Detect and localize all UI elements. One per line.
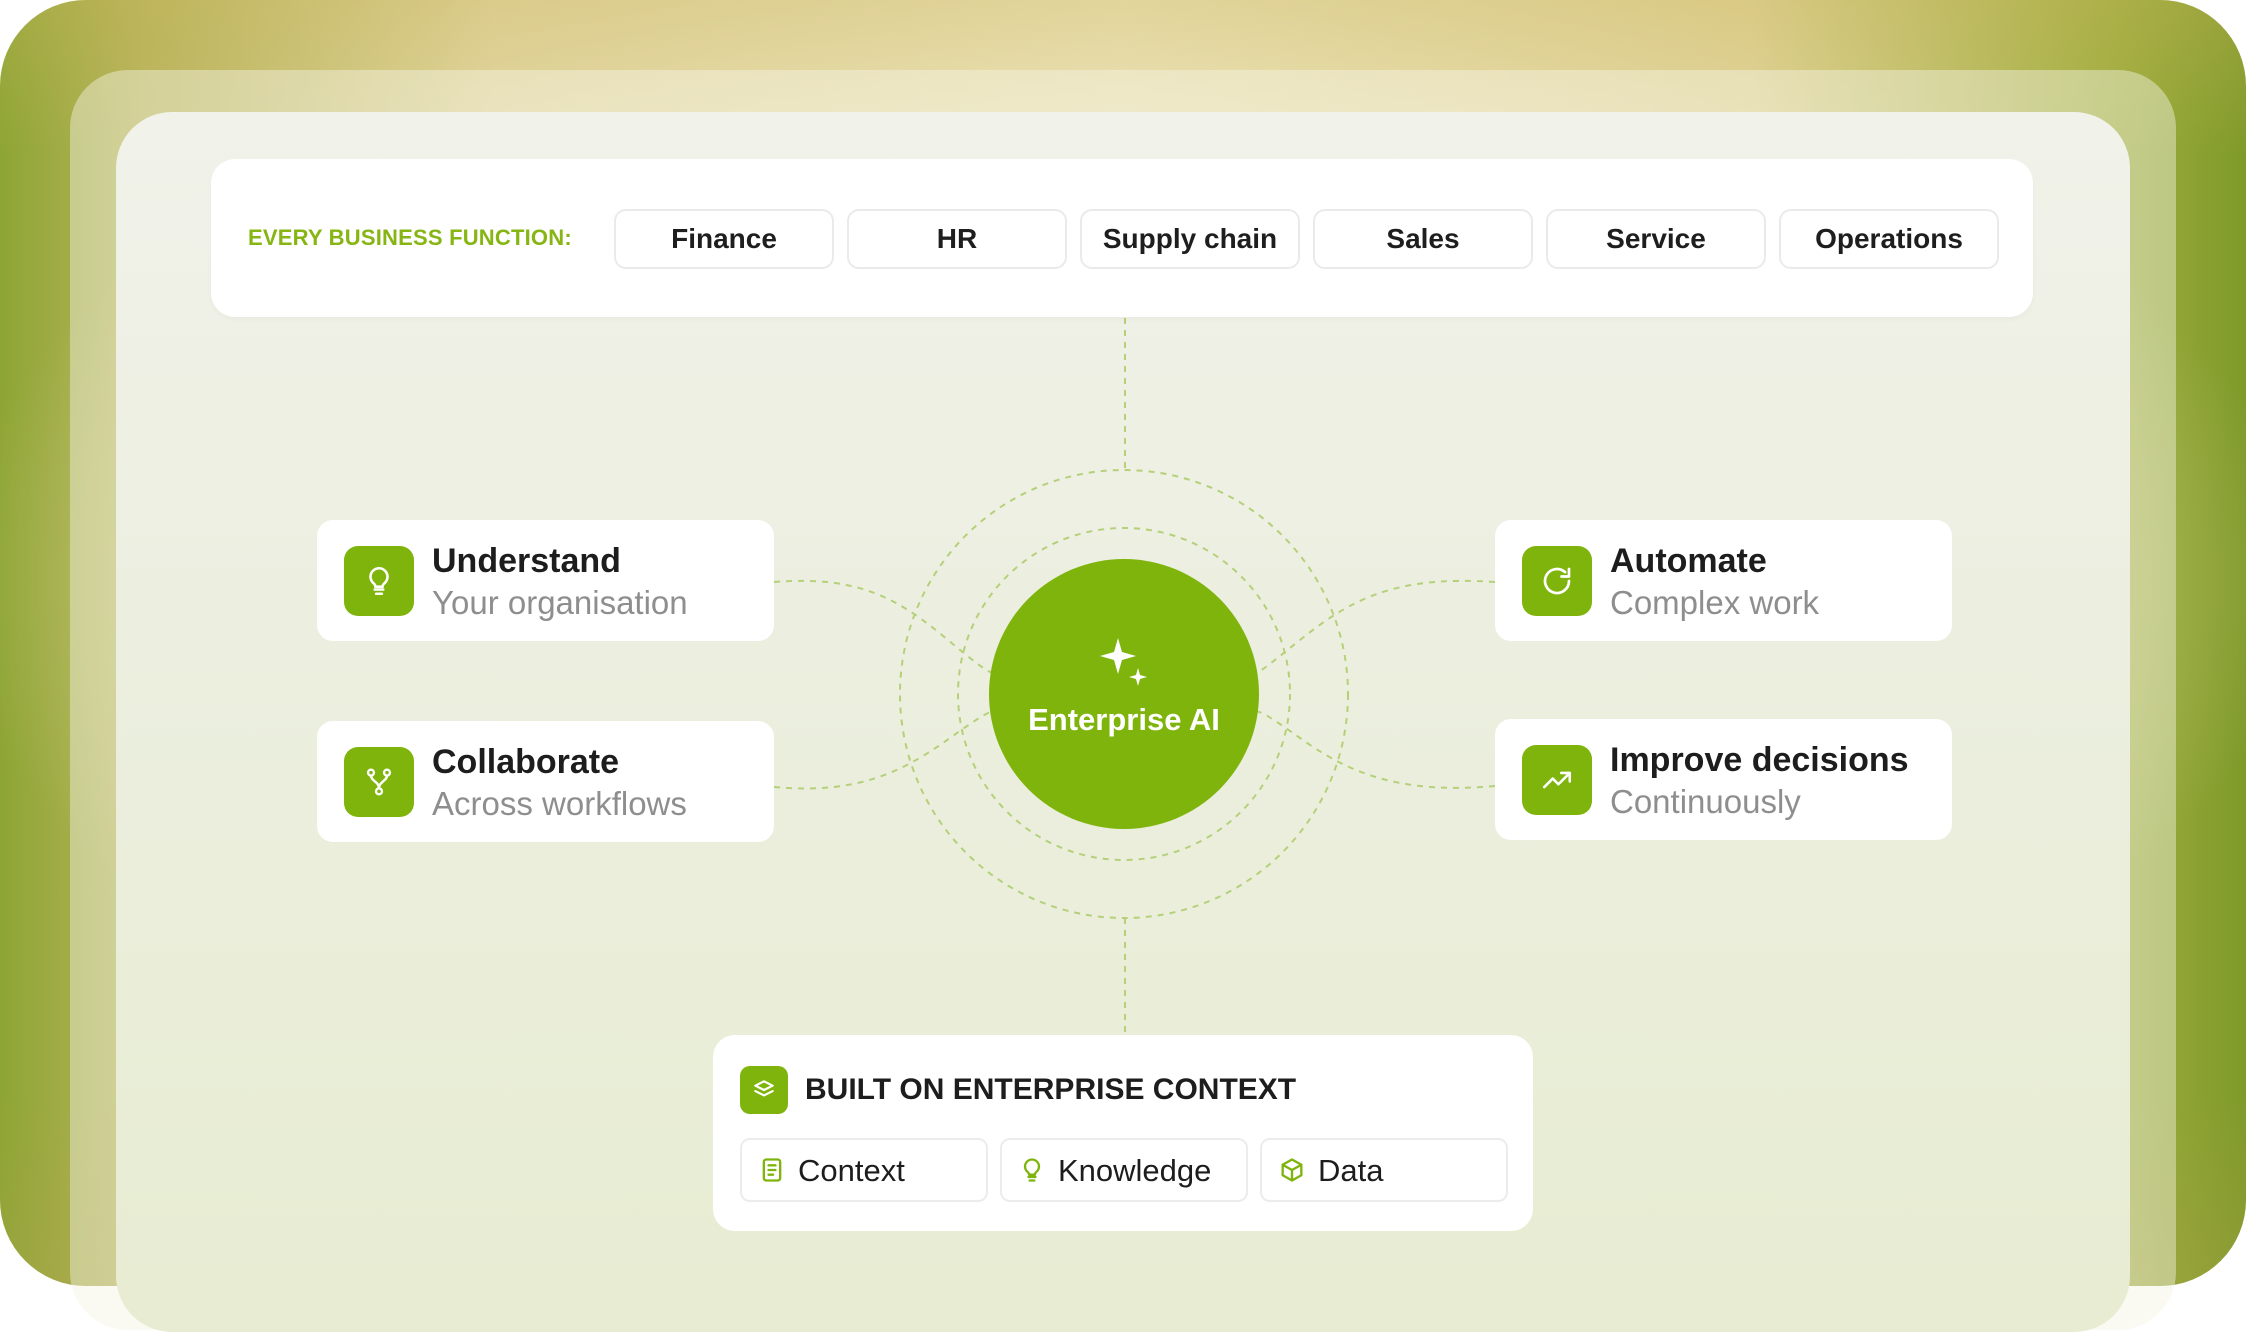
capability-title: Improve decisions [1610, 741, 1909, 779]
capability-title: Automate [1610, 542, 1767, 580]
capability-card-understand[interactable]: Understand Your organisation [317, 520, 774, 641]
foundation-chip-context[interactable]: Context [740, 1138, 988, 1202]
sparkles-icon [1100, 638, 1147, 686]
function-chip-operations[interactable]: Operations [1779, 209, 1999, 269]
capability-subtitle: Your organisation [432, 584, 688, 621]
function-chip-sales[interactable]: Sales [1313, 209, 1533, 269]
hub-label: Enterprise AI [1028, 702, 1220, 737]
business-functions-label: EVERY BUSINESS FUNCTION: [248, 225, 572, 250]
link-automate [1249, 579, 1496, 674]
trend-up-icon [1522, 745, 1592, 815]
enterprise-ai-hub[interactable]: Enterprise AI [989, 559, 1259, 829]
foundation-title: BUILT ON ENTERPRISE CONTEXT [805, 1073, 1297, 1106]
function-chip-hr[interactable]: HR [847, 209, 1067, 269]
capability-subtitle: Complex work [1610, 584, 1820, 621]
capability-title: Collaborate [432, 743, 620, 781]
capability-subtitle: Continuously [1610, 783, 1801, 820]
capability-subtitle: Across workflows [432, 785, 687, 822]
function-chip-supply-chain[interactable]: Supply chain [1080, 209, 1300, 269]
refresh-icon [1522, 546, 1592, 616]
link-collaborate [773, 710, 1001, 790]
capability-card-improve-decisions[interactable]: Improve decisions Continuously [1495, 719, 1952, 840]
business-functions-bar: EVERY BUSINESS FUNCTION: Finance HR Supp… [211, 159, 2033, 317]
capability-title: Understand [432, 542, 621, 580]
function-chip-service[interactable]: Service [1546, 209, 1766, 269]
branch-icon [344, 747, 414, 817]
foundation-chip-knowledge[interactable]: Knowledge [1000, 1138, 1248, 1202]
function-chip-finance[interactable]: Finance [614, 209, 834, 269]
foundation-chip-label: Context [798, 1153, 905, 1188]
lightbulb-icon [344, 546, 414, 616]
capability-card-collaborate[interactable]: Collaborate Across workflows [317, 721, 774, 842]
foundation-chip-data[interactable]: Data [1260, 1138, 1508, 1202]
link-understand [773, 579, 1001, 674]
foundation-chip-label: Knowledge [1058, 1153, 1212, 1188]
lightbulb-icon [1023, 1158, 1041, 1182]
cube-icon [1281, 1158, 1303, 1182]
capability-card-automate[interactable]: Automate Complex work [1495, 520, 1952, 641]
layers-icon [740, 1066, 788, 1114]
enterprise-context-card: BUILT ON ENTERPRISE CONTEXT Context Know… [713, 1035, 1533, 1231]
document-icon [762, 1158, 782, 1182]
foundation-chip-label: Data [1318, 1153, 1384, 1188]
